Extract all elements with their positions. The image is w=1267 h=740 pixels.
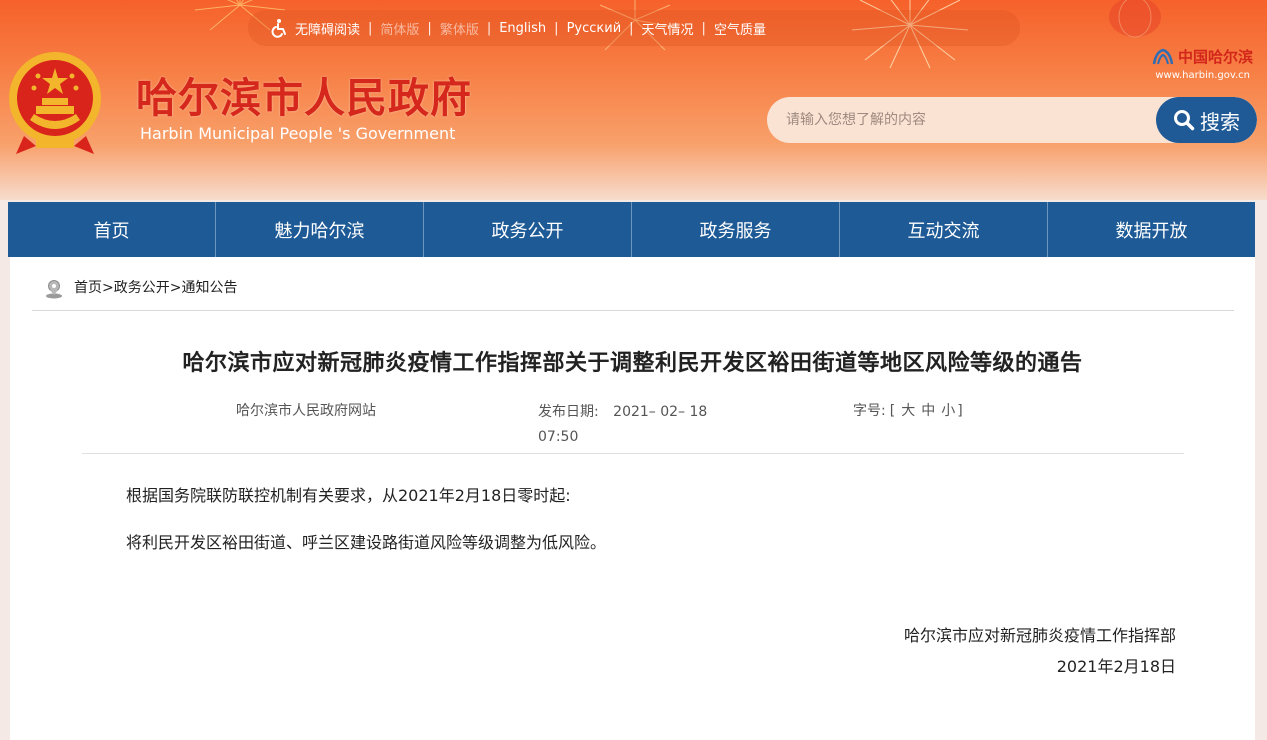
- bracket: [: [889, 403, 896, 419]
- accessibility-link[interactable]: 无障碍阅读: [270, 18, 360, 38]
- search-button[interactable]: 搜索: [1156, 97, 1257, 143]
- separator: |: [427, 20, 432, 36]
- national-emblem-icon: [9, 52, 101, 154]
- nav-interaction[interactable]: 互动交流: [839, 202, 1047, 257]
- date-label: 发布日期:: [538, 404, 599, 420]
- search-input[interactable]: [767, 97, 1157, 143]
- lantern-decoration: [1109, 0, 1161, 38]
- font-size-large[interactable]: 大: [901, 403, 915, 419]
- site-header: 无障碍阅读 | 简体版 | 繁体版 | English | Русский | …: [0, 0, 1267, 200]
- nav-home[interactable]: 首页: [8, 202, 215, 257]
- breadcrumb: 首页>政务公开>通知公告: [32, 277, 1234, 311]
- traditional-link[interactable]: 繁体版: [440, 19, 479, 38]
- date-value: 2021– 02– 18: [613, 404, 708, 420]
- article-date: 发布日期: 2021– 02– 18 07:50: [538, 400, 758, 450]
- site-title[interactable]: 哈尔滨市人民政府: [136, 64, 472, 124]
- article-paragraph: 根据国务院联防联控机制有关要求，从2021年2月18日零时起:: [126, 486, 571, 505]
- site-subtitle: Harbin Municipal People 's Government: [140, 124, 456, 143]
- search-box: 搜索: [767, 97, 1257, 143]
- article-title: 哈尔滨市应对新冠肺炎疫情工作指挥部关于调整利民开发区裕田街道等地区风险等级的通告: [182, 351, 1083, 376]
- nav-charm-harbin[interactable]: 魅力哈尔滨: [215, 202, 423, 257]
- separator: |: [554, 20, 559, 36]
- top-links-bar: 无障碍阅读 | 简体版 | 繁体版 | English | Русский | …: [248, 10, 1020, 46]
- air-quality-link[interactable]: 空气质量: [714, 19, 766, 38]
- font-size-small[interactable]: 小: [941, 403, 955, 419]
- harbin-logo-icon: [1152, 48, 1174, 64]
- separator: |: [629, 20, 634, 36]
- search-icon: [1174, 110, 1195, 131]
- article-paragraph: 将利民开发区裕田街道、呼兰区建设路街道风险等级调整为低风险。: [126, 533, 607, 552]
- divider: [82, 453, 1184, 454]
- nav-gov-services[interactable]: 政务服务: [631, 202, 839, 257]
- english-link[interactable]: English: [499, 21, 546, 36]
- font-size-controls: 字号:[ 大中小]: [853, 400, 963, 420]
- main-nav: 首页 魅力哈尔滨 政务公开 政务服务 互动交流 数据开放: [8, 202, 1255, 257]
- signature-org: 哈尔滨市应对新冠肺炎疫情工作指挥部: [903, 626, 1176, 645]
- harbin-logo-text: 中国哈尔滨: [1177, 48, 1253, 66]
- font-size-label: 字号:: [853, 403, 886, 419]
- simplified-link[interactable]: 简体版: [380, 19, 419, 38]
- article-source: 哈尔滨市人民政府网站: [236, 403, 376, 419]
- search-button-label: 搜索: [1200, 109, 1240, 134]
- nav-open-data[interactable]: 数据开放: [1047, 202, 1255, 257]
- separator: |: [701, 20, 706, 36]
- separator: |: [486, 20, 492, 36]
- font-size-medium[interactable]: 中: [921, 403, 935, 419]
- separator: |: [368, 20, 373, 36]
- breadcrumb-text[interactable]: 首页>政务公开>通知公告: [74, 277, 237, 297]
- russian-link[interactable]: Русский: [567, 21, 622, 36]
- location-icon: [46, 280, 62, 299]
- article-panel: 首页>政务公开>通知公告 哈尔滨市应对新冠肺炎疫情工作指挥部关于调整利民开发区裕…: [10, 257, 1255, 740]
- signature-date: 2021年2月18日: [1056, 657, 1176, 676]
- bracket: ]: [957, 403, 963, 419]
- accessibility-label: 无障碍阅读: [295, 22, 361, 38]
- harbin-logo-url: www.harbin.gov.cn: [1155, 70, 1250, 81]
- wheelchair-icon: [271, 19, 286, 38]
- weather-link[interactable]: 天气情况: [642, 19, 694, 38]
- harbin-logo[interactable]: 中国哈尔滨: [1152, 46, 1253, 67]
- nav-gov-affairs-open[interactable]: 政务公开: [423, 202, 631, 257]
- time-value: 07:50: [538, 429, 579, 445]
